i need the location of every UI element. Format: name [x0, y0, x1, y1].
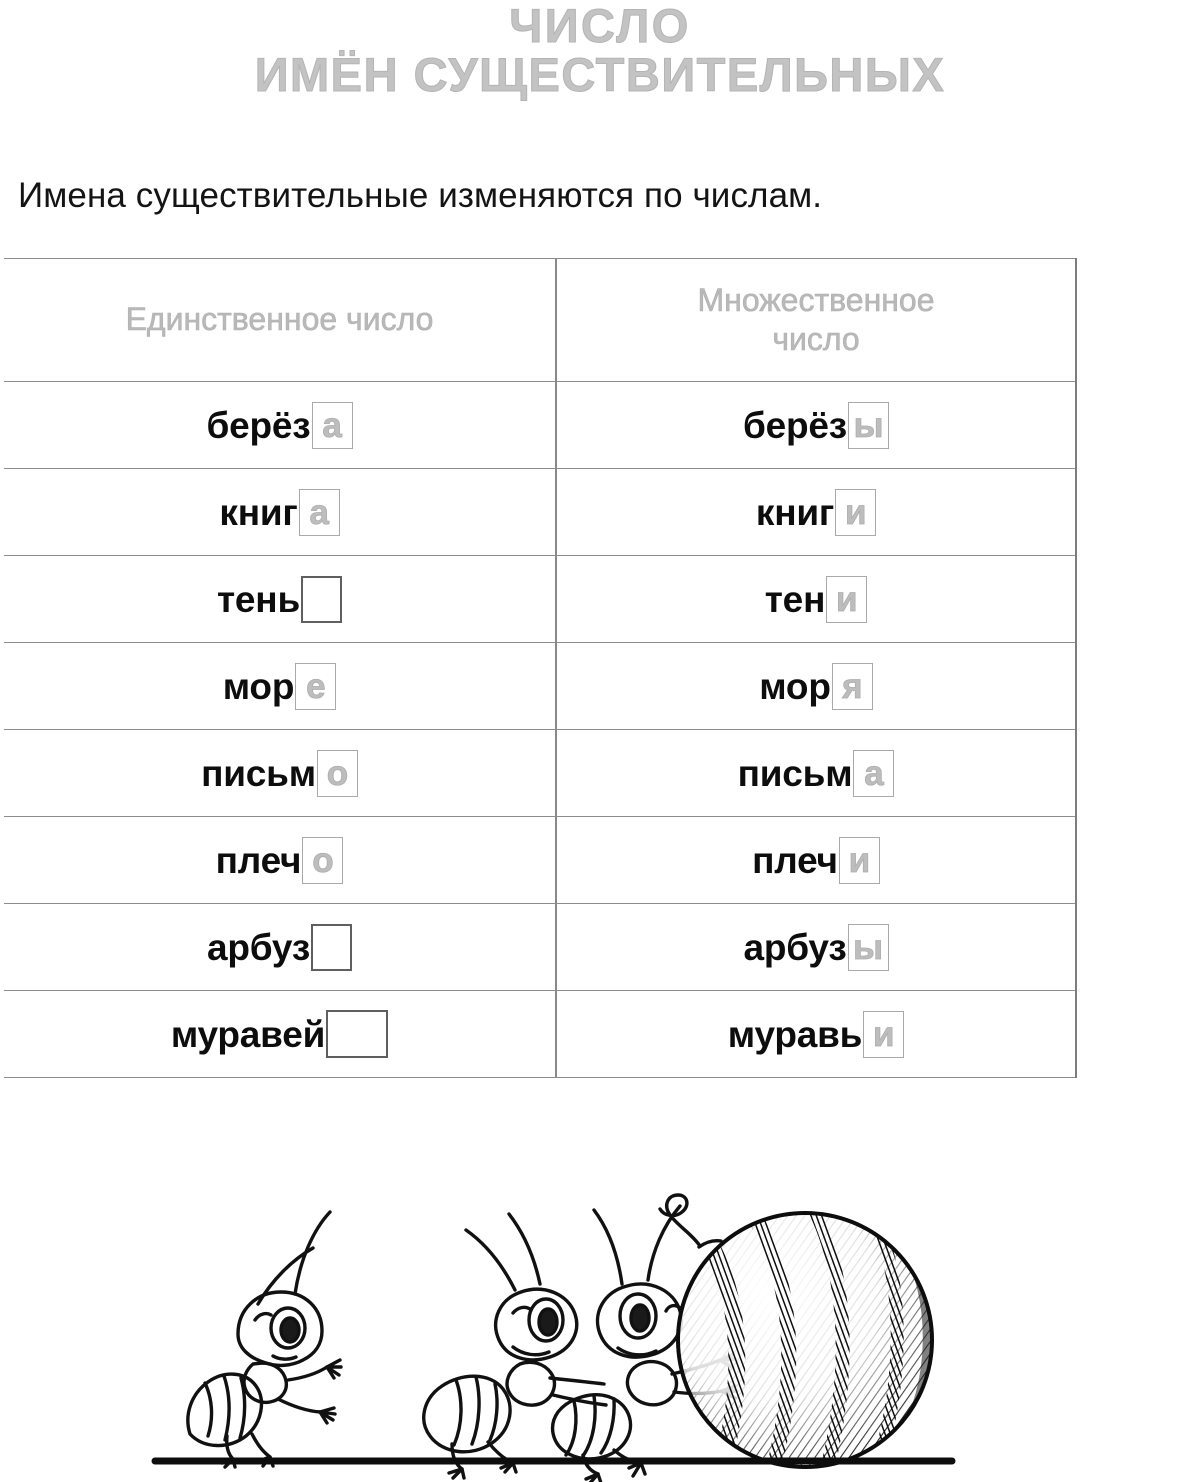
word-stem: муравь: [727, 1013, 863, 1055]
ants-watermelon-illustration: [0, 1168, 1200, 1482]
table-row: мор е мор я: [4, 642, 1076, 730]
word-stem: плеч: [752, 839, 838, 881]
word-singular: берёз а: [206, 401, 353, 449]
ending-box[interactable]: о: [302, 836, 344, 884]
header-label-plural: Множественное число: [606, 281, 1026, 359]
table-row: книг а книг и: [4, 468, 1076, 556]
word-stem: письм: [201, 752, 316, 794]
ending-box[interactable]: и: [835, 488, 877, 536]
word-plural: книг и: [755, 488, 877, 536]
word-stem: муравей: [170, 1013, 326, 1055]
word-stem: берёз: [206, 404, 311, 446]
page-title: ЧИСЛО ИМЁН СУЩЕСТВИТЕЛЬНЫХ: [0, 0, 1200, 101]
header-label-singular: Единственное число: [125, 301, 434, 338]
word-plural: арбуз ы: [743, 923, 889, 971]
word-plural: мор я: [759, 662, 873, 710]
word-singular: книг а: [219, 488, 340, 536]
word-stem: берёз: [742, 404, 847, 446]
ending-box[interactable]: а: [853, 749, 895, 797]
table-row: письм о письм а: [4, 729, 1076, 817]
plural-cell: муравь и: [556, 990, 1076, 1078]
header-label-plural-line-2: число: [772, 321, 860, 358]
word-stem: арбуз: [743, 926, 847, 968]
ending-box-empty[interactable]: [326, 1010, 389, 1058]
singular-cell: муравей: [4, 990, 556, 1078]
singular-cell: письм о: [4, 729, 556, 817]
header-cell-singular: Единственное число: [4, 258, 556, 382]
word-stem: мор: [222, 665, 295, 707]
word-singular: плеч о: [215, 836, 344, 884]
word-plural: плеч и: [752, 836, 880, 884]
ending-box[interactable]: о: [316, 749, 358, 797]
page-title-line-2: ИМЁН СУЩЕСТВИТЕЛЬНЫХ: [254, 47, 946, 101]
ant-pushing-left: [422, 1212, 608, 1480]
header-cell-plural: Множественное число: [556, 258, 1076, 382]
ending-box[interactable]: а: [298, 488, 340, 536]
word-plural: берёз ы: [742, 401, 889, 449]
ending-box-empty[interactable]: [311, 923, 353, 971]
plural-cell: берёз ы: [556, 381, 1076, 469]
word-stem: письм: [737, 752, 853, 794]
word-stem: арбуз: [206, 926, 311, 968]
number-forms-table: Единственное число Множественное число б…: [4, 258, 1077, 1078]
word-stem: плеч: [215, 839, 302, 881]
table-row: муравей муравь и: [4, 990, 1076, 1078]
table-body: берёз а берёз ы книг а книг и тень тен и мор е мор я пи…: [4, 381, 1076, 1078]
singular-cell: арбуз: [4, 903, 556, 991]
table-row: тень тен и: [4, 555, 1076, 643]
table-header-row: Единственное число Множественное число: [4, 258, 1076, 382]
ending-box-empty[interactable]: [301, 575, 342, 623]
word-stem: книг: [755, 491, 835, 533]
singular-cell: книг а: [4, 468, 556, 556]
ending-box[interactable]: ы: [848, 401, 889, 449]
singular-cell: мор е: [4, 642, 556, 730]
plural-cell: тен и: [556, 555, 1076, 643]
plural-cell: мор я: [556, 642, 1076, 730]
header-label-plural-line-1: Множественное: [697, 281, 935, 319]
word-singular: мор е: [222, 662, 337, 710]
word-stem: мор: [759, 665, 831, 707]
word-singular: тень: [217, 575, 342, 623]
word-singular: письм о: [201, 749, 358, 797]
plural-cell: книг и: [556, 468, 1076, 556]
plural-cell: плеч и: [556, 816, 1076, 904]
word-stem: книг: [219, 491, 298, 533]
word-plural: тен и: [764, 575, 868, 623]
ending-box[interactable]: и: [838, 836, 880, 884]
singular-cell: плеч о: [4, 816, 556, 904]
ending-box[interactable]: а: [311, 401, 353, 449]
singular-cell: берёз а: [4, 381, 556, 469]
page-title-line-1: ЧИСЛО: [509, 0, 691, 52]
intro-sentence: Имена существительные изменяются по числ…: [18, 176, 823, 215]
table-row: плеч о плеч и: [4, 816, 1076, 904]
table-row: берёз а берёз ы: [4, 381, 1076, 469]
table-row: арбуз арбуз ы: [4, 903, 1076, 991]
ending-box[interactable]: е: [295, 662, 337, 710]
ending-box[interactable]: и: [863, 1010, 905, 1058]
word-stem: тень: [217, 578, 300, 620]
ending-box[interactable]: я: [831, 662, 873, 710]
plural-cell: арбуз ы: [556, 903, 1076, 991]
singular-cell: тень: [4, 555, 556, 643]
word-stem: тен: [764, 578, 826, 620]
watermelon: [658, 1193, 934, 1469]
ending-box[interactable]: ы: [847, 923, 889, 971]
ant-watching: [186, 1210, 343, 1469]
word-plural: письм а: [737, 749, 895, 797]
word-singular: арбуз: [206, 923, 353, 971]
word-singular: муравей: [170, 1010, 389, 1058]
plural-cell: письм а: [556, 729, 1076, 817]
ending-box[interactable]: и: [826, 575, 868, 623]
word-plural: муравь и: [727, 1010, 905, 1058]
